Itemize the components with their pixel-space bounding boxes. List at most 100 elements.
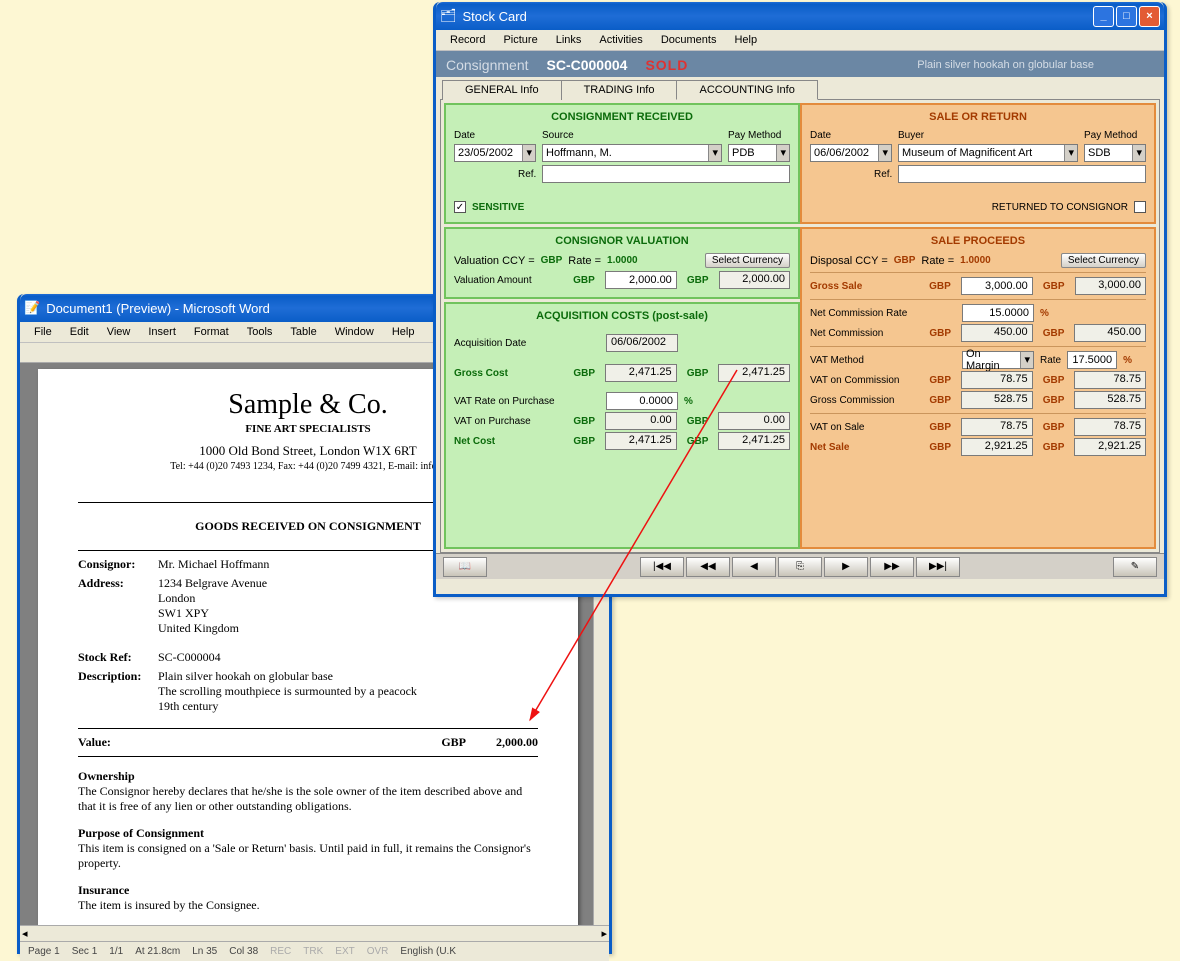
panel-acquisition-costs: ACQUISITION COSTS (post-sale) Acquisitio… — [444, 302, 800, 549]
desc2: The scrolling mouthpiece is surmounted b… — [158, 684, 417, 698]
stock-close-button[interactable]: × — [1139, 6, 1160, 27]
menu-edit[interactable]: Edit — [62, 324, 97, 340]
stock-minimize-button[interactable]: _ — [1093, 6, 1114, 27]
nav-prev-button[interactable]: ◀ — [732, 557, 776, 577]
nav-first-button[interactable]: |◀◀ — [640, 557, 684, 577]
sensitive-label: SENSITIVE — [472, 202, 524, 213]
stockref-value: SC-C000004 — [158, 650, 221, 665]
sale-date-label: Date — [810, 130, 831, 141]
status-rec: REC — [270, 946, 291, 957]
menu-activities[interactable]: Activities — [591, 32, 650, 48]
nav-fastfwd-button[interactable]: ▶▶ — [870, 557, 914, 577]
status-lang: English (U.K — [400, 946, 456, 957]
insurance-text: The item is insured by the Consignee. — [78, 898, 260, 912]
word-app-icon: 📝 — [24, 300, 40, 316]
menu-format[interactable]: Format — [186, 324, 237, 340]
recv-date-select[interactable]: 23/05/2002 — [454, 144, 536, 162]
menu-window[interactable]: Window — [327, 324, 382, 340]
sale-buyer-select[interactable]: Museum of Magnificent Art — [898, 144, 1078, 162]
recv-pay-select[interactable]: PDB — [728, 144, 790, 162]
val-select-currency-button[interactable]: Select Currency — [705, 253, 790, 268]
acq-vat-rate[interactable] — [606, 392, 678, 410]
stock-maximize-button[interactable]: □ — [1116, 6, 1137, 27]
voc-2: 78.75 — [1074, 371, 1146, 389]
proc-title: SALE PROCEEDS — [810, 235, 1146, 247]
menu-documents[interactable]: Documents — [653, 32, 725, 48]
sale-pay-select[interactable]: SDB — [1084, 144, 1146, 162]
head-id: SC-C000004 — [547, 57, 628, 73]
addr1: 1234 Belgrave Avenue — [158, 576, 267, 590]
acq-gross-2: 2,471.25 — [718, 364, 790, 382]
val-rate: 1.0000 — [607, 255, 638, 266]
tab-strip: GENERAL Info TRADING Info ACCOUNTING Inf… — [436, 77, 1164, 99]
recv-source-select[interactable]: Hoffmann, M. — [542, 144, 722, 162]
sale-pay-label: Pay Method — [1084, 130, 1137, 141]
stock-menubar: Record Picture Links Activities Document… — [436, 30, 1164, 51]
menu-help2[interactable]: Help — [726, 32, 765, 48]
recv-ref-input[interactable] — [542, 165, 790, 183]
vatm-select[interactable]: On Margin — [962, 351, 1034, 369]
sensitive-checkbox[interactable]: ✓ — [454, 201, 466, 213]
word-title: Document1 (Preview) - Microsoft Word — [46, 301, 270, 316]
val-amount-1[interactable] — [605, 271, 677, 289]
addr4: United Kingdom — [158, 621, 239, 635]
menu-picture[interactable]: Picture — [495, 32, 545, 48]
sale-ref-input[interactable] — [898, 165, 1146, 183]
ns-2: 2,921.25 — [1074, 438, 1146, 456]
menu-record[interactable]: Record — [442, 32, 493, 48]
signature-icon[interactable]: ✎ — [1113, 557, 1157, 577]
consignor-label: Consignor: — [78, 557, 158, 572]
acq-title: ACQUISITION COSTS (post-sale) — [454, 310, 790, 322]
menu-view[interactable]: View — [99, 324, 139, 340]
panel-sale-or-return: SALE OR RETURN Date Buyer Pay Method 06/… — [800, 103, 1156, 224]
status-sec: Sec 1 — [72, 946, 98, 957]
addr3: SW1 XPY — [158, 606, 209, 620]
returned-label: RETURNED TO CONSIGNOR — [992, 202, 1128, 213]
tab-general[interactable]: GENERAL Info — [442, 80, 562, 100]
tab-trading[interactable]: TRADING Info — [561, 80, 678, 100]
status-ln: Ln 35 — [192, 946, 217, 957]
stock-title: Stock Card — [463, 9, 527, 24]
proc-ccy: GBP — [894, 255, 916, 266]
sale-title: SALE OR RETURN — [810, 111, 1146, 123]
ncr-value[interactable] — [962, 304, 1034, 322]
nav-fastback-button[interactable]: ◀◀ — [686, 557, 730, 577]
menu-file[interactable]: File — [26, 324, 60, 340]
menu-insert[interactable]: Insert — [140, 324, 184, 340]
head-desc: Plain silver hookah on globular base — [917, 59, 1094, 71]
menu-links[interactable]: Links — [548, 32, 590, 48]
panel-sale-proceeds: SALE PROCEEDS Disposal CCY =GBPRate =1.0… — [800, 227, 1156, 549]
panel-consignment-received: CONSIGNMENT RECEIVED Date Source Pay Met… — [444, 103, 800, 224]
recv-ref-label: Ref. — [518, 169, 536, 180]
recv-source-label: Source — [542, 130, 574, 141]
menu-help[interactable]: Help — [384, 324, 423, 340]
ownership-h: Ownership — [78, 769, 538, 784]
book-icon[interactable]: 📖 — [443, 557, 487, 577]
sale-buyer-label: Buyer — [898, 130, 924, 141]
record-navbar: 📖 |◀◀ ◀◀ ◀ ⎘ ▶ ▶▶ ▶▶| ✎ — [436, 553, 1164, 579]
menu-table[interactable]: Table — [282, 324, 324, 340]
acq-vatp-2: 0.00 — [718, 412, 790, 430]
proc-select-currency-button[interactable]: Select Currency — [1061, 253, 1146, 268]
nav-next-button[interactable]: ▶ — [824, 557, 868, 577]
horizontal-scrollbar[interactable]: ◂▸ — [20, 925, 609, 941]
returned-checkbox[interactable] — [1134, 201, 1146, 213]
sale-date-select[interactable]: 06/06/2002 — [810, 144, 892, 162]
acq-vatp-1: 0.00 — [605, 412, 677, 430]
menu-tools[interactable]: Tools — [239, 324, 281, 340]
proc-rate: 1.0000 — [960, 255, 991, 266]
val-rate-label: Rate = — [568, 255, 601, 267]
vat-rate-value[interactable] — [1067, 351, 1117, 369]
gc-2: 528.75 — [1074, 391, 1146, 409]
gross-sale-1[interactable] — [961, 277, 1033, 295]
nav-last-button[interactable]: ▶▶| — [916, 557, 960, 577]
panel-consignor-valuation: CONSIGNOR VALUATION Valuation CCY =GBPRa… — [444, 227, 800, 299]
nc-1: 450.00 — [961, 324, 1033, 342]
tab-accounting[interactable]: ACCOUNTING Info — [676, 80, 817, 100]
vos-2: 78.75 — [1074, 418, 1146, 436]
value-label: Value: — [78, 735, 158, 750]
voc-1: 78.75 — [961, 371, 1033, 389]
stock-titlebar[interactable]: 🗂 Stock Card _ □ × — [436, 2, 1164, 30]
gc-label: Gross Commission — [810, 395, 919, 406]
nav-copy-button[interactable]: ⎘ — [778, 557, 822, 577]
